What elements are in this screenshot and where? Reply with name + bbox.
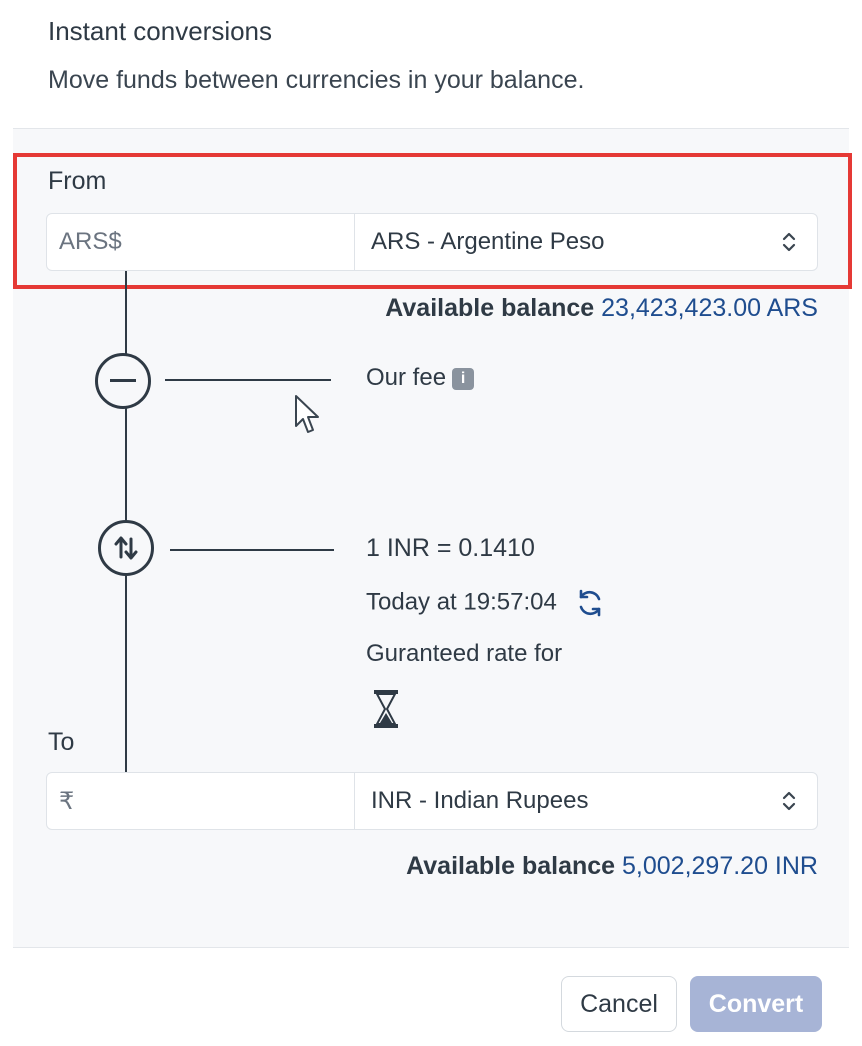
fee-label: Our fee xyxy=(366,364,447,391)
cancel-button[interactable]: Cancel xyxy=(561,976,677,1032)
to-label: To xyxy=(48,728,75,756)
rate-timestamp-row: Today at 19:57:04 xyxy=(366,587,606,619)
dialog-title: Instant conversions xyxy=(48,16,273,46)
to-amount-input[interactable]: ₹ xyxy=(47,773,355,829)
refresh-icon[interactable] xyxy=(574,587,606,619)
fee-connector xyxy=(165,379,331,381)
convert-button[interactable]: Convert xyxy=(690,976,822,1032)
from-highlight-box xyxy=(13,153,852,289)
info-icon[interactable]: i xyxy=(452,367,475,390)
guaranteed-rate-label: Guranteed rate for xyxy=(366,640,563,667)
dialog-header: Instant conversions Move funds between c… xyxy=(0,0,862,128)
fee-row: Our fee i xyxy=(366,364,475,392)
from-available-balance: Available balance 23,423,423.00 ARS xyxy=(385,294,818,323)
to-currency-value: INR - Indian Rupees xyxy=(371,787,589,814)
to-available-balance: Available balance 5,002,297.20 INR xyxy=(406,852,818,881)
to-balance-value: 5,002,297.20 INR xyxy=(622,852,818,880)
to-currency-select[interactable]: INR - Indian Rupees xyxy=(355,773,817,829)
chevron-updown-icon xyxy=(782,791,796,811)
dialog-subtitle: Move funds between currencies in your ba… xyxy=(48,66,585,94)
hourglass-icon xyxy=(374,690,398,728)
rate-timestamp: Today at 19:57:04 xyxy=(366,588,557,616)
to-field: ₹ INR - Indian Rupees xyxy=(46,772,818,830)
rate-connector xyxy=(170,549,334,551)
swap-arrows-icon xyxy=(98,520,154,576)
minus-icon xyxy=(95,353,151,409)
from-balance-value: 23,423,423.00 ARS xyxy=(601,294,818,322)
mouse-cursor-icon xyxy=(295,395,319,433)
to-balance-label: Available balance xyxy=(406,852,616,880)
exchange-rate: 1 INR = 0.1410 xyxy=(366,534,535,562)
from-balance-label: Available balance xyxy=(385,294,595,322)
